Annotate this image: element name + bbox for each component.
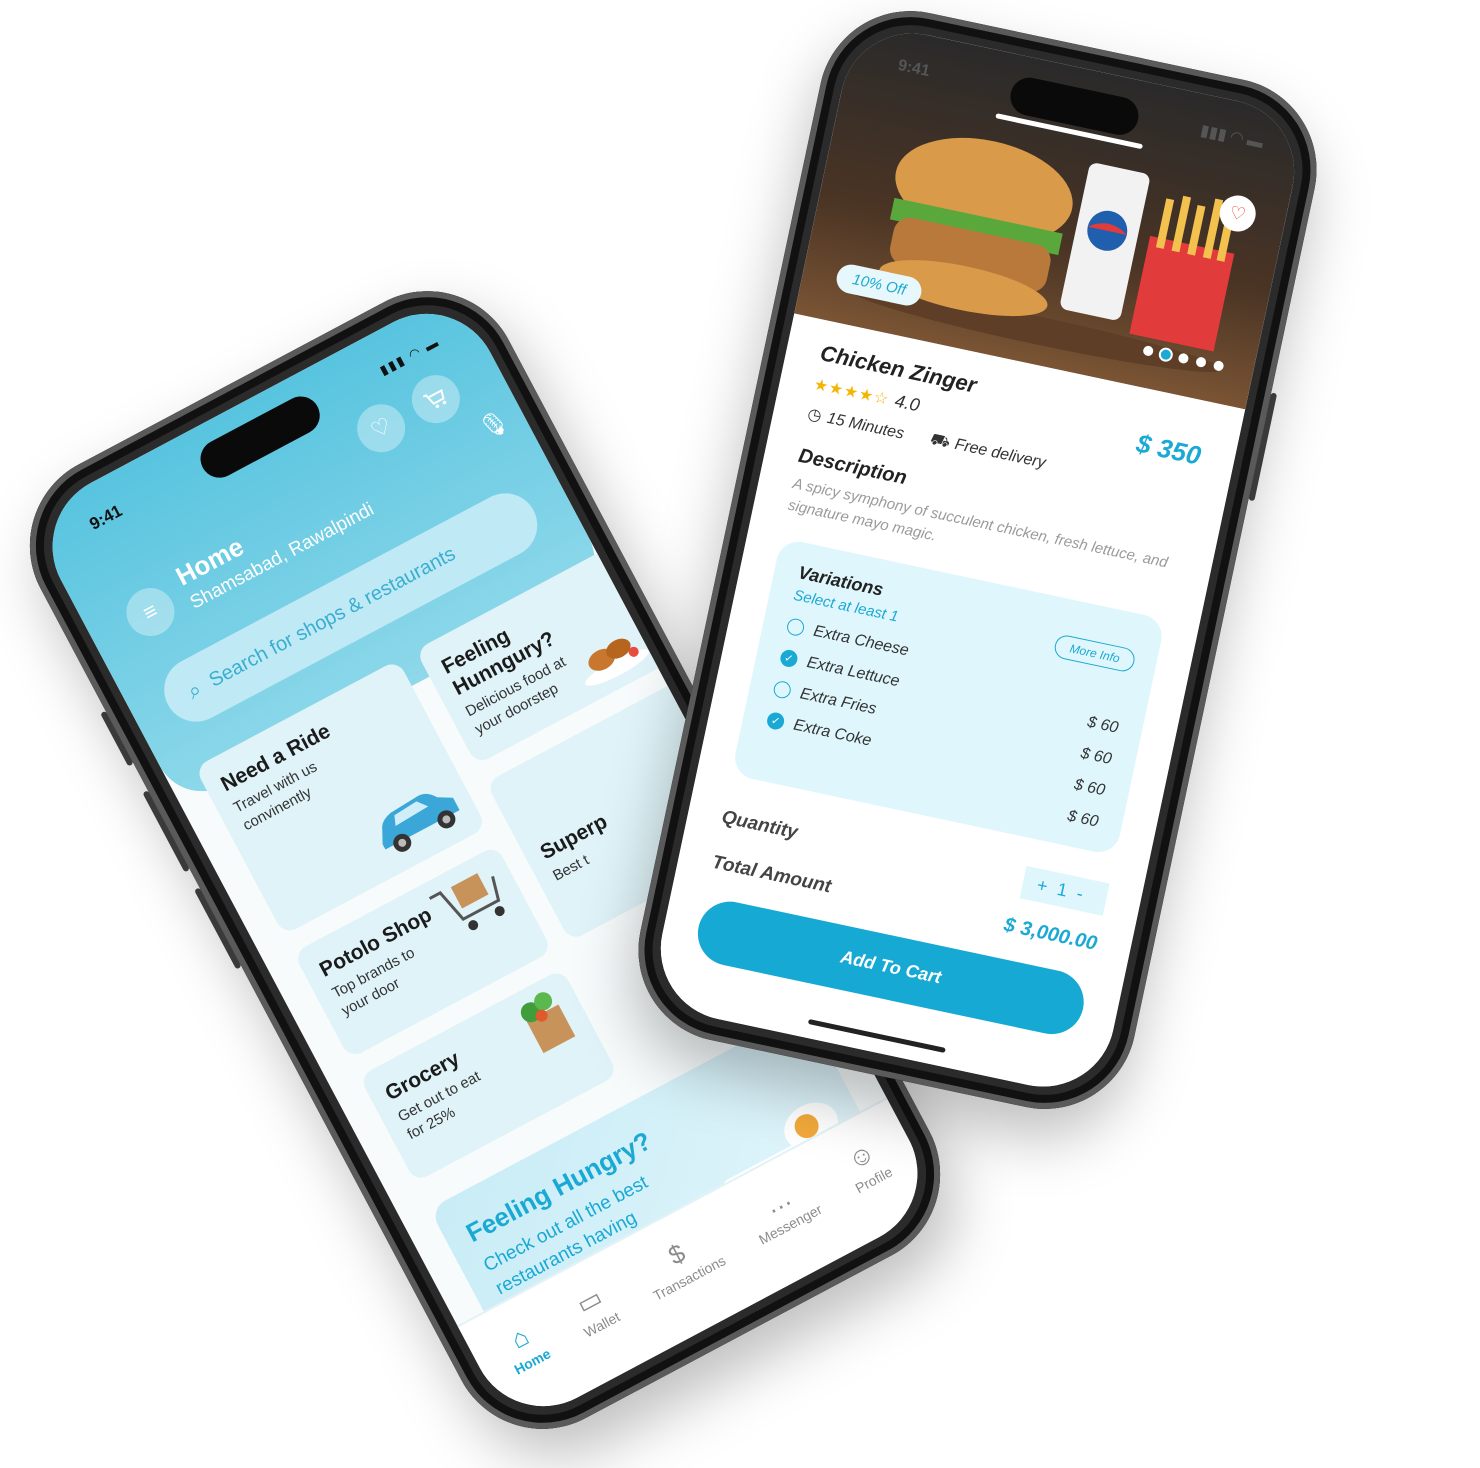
detail-phone: 9:41 ▮▮▮ ◠ ▬ ♡ 10% Off Chicken Zinger ★★… [621,0,1334,1127]
quantity-label: Quantity [719,806,800,844]
search-icon: ⌕ [183,676,206,704]
option-price: $ 60 [1072,775,1107,799]
pagination-dot[interactable] [1177,352,1190,365]
pagination-dot[interactable] [1195,356,1207,369]
wallet-icon: ▭ [571,1281,608,1320]
nav-wallet[interactable]: ▭ Wallet [566,1280,622,1341]
dollar-circle-icon: $ [663,1237,691,1271]
nav-profile[interactable]: ☺ Profile [837,1135,895,1197]
radio-checked-icon[interactable]: ✓ [778,648,799,669]
shopping-cart-icon [428,873,505,931]
minus-button[interactable]: - [1075,883,1095,906]
total-amount: $ 3,000.00 [1002,913,1100,955]
total-label: Total Amount [710,851,833,898]
cart-glyph [422,388,447,409]
option-price: $ 60 [1065,807,1100,831]
option-label: Extra Fries [798,684,878,718]
scooter-icon: ⛟ [927,430,951,452]
nav-label: Transactions [650,1252,729,1304]
option-label: Extra Coke [792,716,873,750]
nav-home[interactable]: ⌂ Home [496,1317,554,1378]
radio-checked-icon[interactable]: ✓ [765,710,786,732]
option-label: Extra Lettuce [805,653,902,690]
rating-value: 4.0 [893,390,922,416]
radio-unchecked-icon[interactable] [785,617,806,638]
clock-icon: ◷ [805,405,824,426]
delivery-fee-text: Free delivery [953,435,1048,472]
detail-screen: 9:41 ▮▮▮ ◠ ▬ ♡ 10% Off Chicken Zinger ★★… [647,20,1308,1100]
product-details: Chicken Zinger ★★★★☆ 4.0 $ 350 ◷ 15 Minut… [647,313,1246,1100]
radio-unchecked-icon[interactable] [772,679,793,700]
add-to-cart-button[interactable]: Add To Cart [692,895,1090,1040]
power-button [1248,392,1278,502]
delivery-time-text: 15 Minutes [825,409,906,443]
nav-transactions[interactable]: $ Transactions [635,1224,728,1304]
nav-messenger[interactable]: … Messenger [741,1173,825,1248]
pagination-dot[interactable] [1159,348,1172,361]
option-price: $ 60 [1085,713,1120,737]
status-time: 9:41 [896,56,932,81]
option-price: $ 60 [1079,744,1114,768]
star-rating-icon: ★★★★☆ [812,375,891,409]
variations-panel: Variations Select at least 1 More Info E… [731,537,1166,856]
app-showcase: 9:41 ▮▮▮ ◠ ▬ ♡ ≡ Home Shamsabad, Rawalpi… [0,0,1480,1468]
chat-icon: … [759,1181,797,1220]
action-button [100,710,134,767]
pagination-dot[interactable] [1142,344,1155,357]
car-icon [382,793,460,852]
pagination-dot[interactable] [1212,359,1225,372]
user-icon: ☺ [842,1136,880,1176]
quantity-stepper[interactable]: +1- [1020,865,1110,916]
grocery-bag-icon [520,992,576,1054]
option-label: Extra Cheese [811,622,911,659]
home-icon: ⌂ [505,1320,534,1355]
